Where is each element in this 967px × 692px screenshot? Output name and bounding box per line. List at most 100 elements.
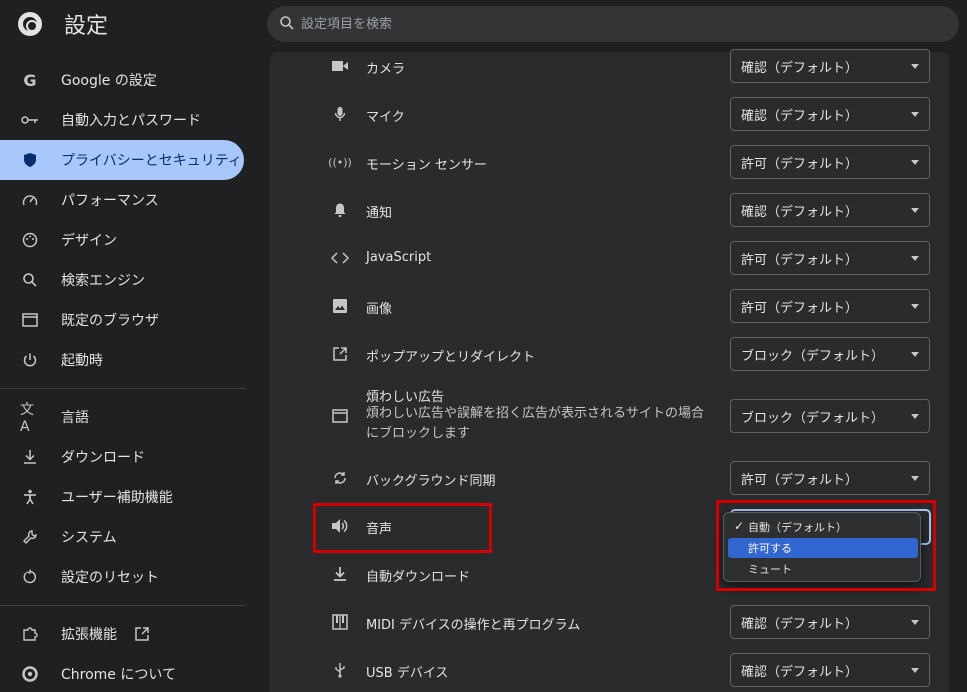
sidebar-item-system[interactable]: システム <box>0 517 244 557</box>
usb-select[interactable]: 確認（デフォルト） <box>730 653 930 687</box>
select-value: 確認（デフォルト） <box>741 60 859 76</box>
caret-down-icon <box>911 352 919 357</box>
setting-label: 自動ダウンロード <box>366 570 471 585</box>
javascript-select[interactable]: 許可（デフォルト） <box>730 241 930 275</box>
sidebar-item-google[interactable]: G Google の設定 <box>0 60 244 100</box>
camera-icon <box>330 56 350 76</box>
select-value: 確認（デフォルト） <box>741 204 859 220</box>
piano-icon <box>330 612 350 632</box>
chrome-icon <box>20 665 40 683</box>
sidebar-item-autofill[interactable]: 自動入力とパスワード <box>0 100 244 140</box>
browser-window-icon <box>20 311 40 329</box>
camera-select[interactable]: 確認（デフォルト） <box>730 49 930 83</box>
shield-icon <box>20 151 40 169</box>
sidebar-divider <box>0 388 246 389</box>
setting-label: マイク <box>366 110 405 125</box>
select-value: 確認（デフォルト） <box>741 664 859 680</box>
download-icon <box>20 448 40 466</box>
sidebar-item-label: ユーザー補助機能 <box>61 490 173 506</box>
sidebar-item-label: 既定のブラウザ <box>61 313 159 329</box>
sidebar-item-label: 起動時 <box>61 353 103 369</box>
download-icon <box>330 564 350 584</box>
setting-row-microphone: マイク 確認（デフォルト） <box>270 97 949 131</box>
sidebar-item-languages[interactable]: 文A 言語 <box>0 397 244 437</box>
caret-down-icon <box>911 64 919 69</box>
open-in-new-icon <box>135 627 149 641</box>
sidebar-item-label: システム <box>61 530 117 546</box>
sidebar-item-reset[interactable]: 設定のリセット <box>0 557 244 597</box>
setting-label: 煩わしい広告 <box>366 390 445 405</box>
sidebar-item-label: 検索エンジン <box>61 273 145 289</box>
setting-row-javascript: JavaScript 許可（デフォルト） <box>270 241 949 275</box>
images-select[interactable]: 許可（デフォルト） <box>730 289 930 323</box>
setting-label: モーション センサー <box>366 158 487 173</box>
select-value: ブロック（デフォルト） <box>741 348 885 364</box>
sidebar-item-label: パフォーマンス <box>61 193 159 209</box>
setting-label: 通知 <box>366 206 393 221</box>
select-value: 許可（デフォルト） <box>741 472 859 488</box>
header: 設定 <box>0 0 967 52</box>
search-icon <box>20 271 40 289</box>
sync-icon <box>330 468 350 488</box>
chrome-logo-icon <box>18 12 42 36</box>
sidebar-item-default-browser[interactable]: 既定のブラウザ <box>0 300 244 340</box>
sidebar-item-appearance[interactable]: デザイン <box>0 220 244 260</box>
caret-down-icon <box>911 208 919 213</box>
setting-label: ポップアップとリダイレクト <box>366 350 536 365</box>
power-icon <box>20 351 40 369</box>
open-in-new-icon <box>330 344 350 364</box>
caret-down-icon <box>911 112 919 117</box>
sidebar-item-label: ダウンロード <box>61 450 145 466</box>
search-input[interactable] <box>301 6 901 42</box>
caret-down-icon <box>911 160 919 165</box>
setting-description: 煩わしい広告や誤解を招く広告が表示されるサイトの場合 <box>366 406 705 421</box>
sidebar-item-search-engine[interactable]: 検索エンジン <box>0 260 244 300</box>
setting-row-popups: ポップアップとリダイレクト ブロック（デフォルト） <box>270 337 949 371</box>
code-icon <box>330 248 350 268</box>
reset-icon <box>20 568 40 586</box>
setting-row-background-sync: バックグラウンド同期 許可（デフォルト） <box>270 461 949 495</box>
setting-label: カメラ <box>366 62 406 77</box>
background-sync-select[interactable]: 許可（デフォルト） <box>730 461 930 495</box>
puzzle-icon <box>20 625 40 643</box>
microphone-icon <box>330 104 350 124</box>
setting-label: 画像 <box>366 302 393 317</box>
sidebar-item-label: 自動入力とパスワード <box>61 113 201 129</box>
ad-window-icon <box>330 406 350 426</box>
accessibility-icon <box>20 488 40 506</box>
usb-icon <box>330 660 350 680</box>
select-value: 許可（デフォルト） <box>741 156 859 172</box>
sidebar-item-extensions[interactable]: 拡張機能 <box>0 614 244 654</box>
select-value: 許可（デフォルト） <box>741 252 859 268</box>
search-box[interactable] <box>267 6 959 42</box>
setting-row-images: 画像 許可（デフォルト） <box>270 289 949 323</box>
sidebar: G Google の設定 自動入力とパスワード プライバシーとセキュリティ パフ… <box>0 52 262 692</box>
motion-sensor-select[interactable]: 許可（デフォルト） <box>730 145 930 179</box>
setting-row-intrusive-ads: 煩わしい広告 煩わしい広告や誤解を招く広告が表示されるサイトの場合 にブロックし… <box>270 386 949 446</box>
setting-row-motion-sensor: ((•)) モーション センサー 許可（デフォルト） <box>270 145 949 179</box>
sidebar-item-downloads[interactable]: ダウンロード <box>0 437 244 477</box>
sidebar-item-label: Chrome について <box>61 667 176 683</box>
sidebar-item-performance[interactable]: パフォーマンス <box>0 180 244 220</box>
setting-row-usb: USB デバイス 確認（デフォルト） <box>270 653 949 687</box>
sidebar-item-label: デザイン <box>61 233 117 249</box>
microphone-select[interactable]: 確認（デフォルト） <box>730 97 930 131</box>
caret-down-icon <box>911 620 919 625</box>
setting-label: JavaScript <box>366 250 432 265</box>
search-icon <box>280 16 294 30</box>
setting-row-notifications: 通知 確認（デフォルト） <box>270 193 949 227</box>
sidebar-item-privacy[interactable]: プライバシーとセキュリティ <box>0 140 244 180</box>
caret-down-icon <box>911 304 919 309</box>
intrusive-ads-select[interactable]: ブロック（デフォルト） <box>730 399 930 433</box>
motion-sensor-icon: ((•)) <box>328 155 352 169</box>
midi-select[interactable]: 確認（デフォルト） <box>730 605 930 639</box>
popups-select[interactable]: ブロック（デフォルト） <box>730 337 930 371</box>
setting-label: バックグラウンド同期 <box>366 474 496 489</box>
sidebar-item-about-chrome[interactable]: Chrome について <box>0 654 244 692</box>
sidebar-item-on-startup[interactable]: 起動時 <box>0 340 244 380</box>
notifications-select[interactable]: 確認（デフォルト） <box>730 193 930 227</box>
caret-down-icon <box>911 414 919 419</box>
palette-icon <box>20 231 40 249</box>
sidebar-item-accessibility[interactable]: ユーザー補助機能 <box>0 477 244 517</box>
translate-icon: 文A <box>20 402 34 435</box>
